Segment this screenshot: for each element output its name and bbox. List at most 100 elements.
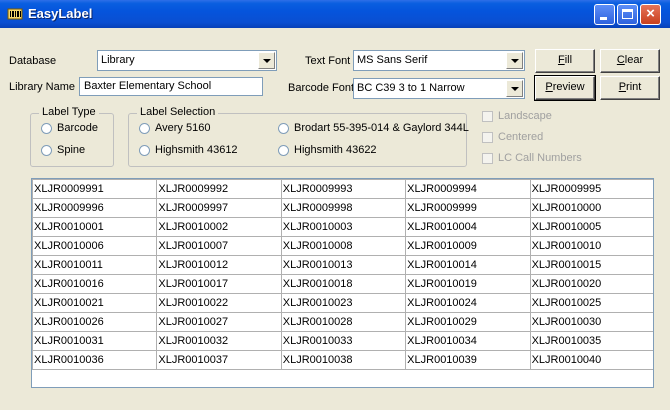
- grid-row: XLJR0010006 XLJR0010007 XLJR0010008 XLJR001…: [32, 236, 653, 256]
- grid-cell[interactable]: XLJR0009995: [529, 179, 653, 199]
- grid-row: XLJR0010001 XLJR0010002 XLJR0010003 XLJR001…: [32, 217, 653, 237]
- grid-cell[interactable]: XLJR0010015: [529, 255, 653, 275]
- grid-cell[interactable]: XLJR0010006: [32, 236, 158, 256]
- grid-cell[interactable]: XLJR0009999: [405, 198, 531, 218]
- grid-cell[interactable]: XLJR0010034: [405, 331, 531, 351]
- grid-cell[interactable]: XLJR0010020: [529, 274, 653, 294]
- grid-cell[interactable]: XLJR0010035: [529, 331, 653, 351]
- close-button[interactable]: ×: [640, 4, 661, 25]
- grid-cell[interactable]: XLJR0010008: [280, 236, 407, 256]
- grid-cell[interactable]: XLJR0010024: [405, 293, 531, 313]
- checkbox-icon: [482, 152, 493, 164]
- grid-cell[interactable]: XLJR0010005: [529, 217, 653, 237]
- grid-cell[interactable]: XLJR0010003: [280, 217, 407, 237]
- centered-checkbox[interactable]: Centered: [482, 131, 543, 143]
- grid-cell[interactable]: XLJR0010004: [405, 217, 531, 237]
- barcode-table: XLJR0009991 XLJR0009992 XLJR0009993 XLJR000…: [32, 179, 653, 370]
- grid-cell[interactable]: XLJR0009998: [280, 198, 407, 218]
- radio-highsmith-43612-label: Highsmith 43612: [155, 144, 238, 156]
- grid-cell[interactable]: XLJR0010033: [280, 331, 407, 351]
- grid-cell[interactable]: XLJR0010007: [156, 236, 282, 256]
- grid-cell[interactable]: XLJR0009991: [32, 179, 158, 199]
- barcode-font-label: Barcode Font: [288, 82, 355, 94]
- grid-cell[interactable]: XLJR0010012: [156, 255, 282, 275]
- dropdown-arrow-icon[interactable]: [506, 52, 523, 69]
- dropdown-arrow-icon[interactable]: [258, 52, 275, 69]
- grid-cell[interactable]: XLJR0010036: [32, 350, 158, 370]
- fill-button[interactable]: Fill: [535, 49, 595, 73]
- clear-button[interactable]: Clear: [600, 49, 660, 73]
- grid-cell[interactable]: XLJR0010016: [32, 274, 158, 294]
- radio-avery-5160[interactable]: Avery 5160: [139, 122, 210, 134]
- library-name-input[interactable]: Baxter Elementary School: [79, 77, 263, 96]
- radio-circle-icon: [139, 122, 150, 134]
- grid-cell[interactable]: XLJR0010000: [529, 198, 653, 218]
- label-selection-group: Label Selection Avery 5160 Highsmith 436…: [128, 106, 469, 167]
- grid-cell[interactable]: XLJR0010013: [280, 255, 407, 275]
- radio-circle-icon: [41, 144, 52, 156]
- grid-cell[interactable]: XLJR0010001: [32, 217, 158, 237]
- grid-cell[interactable]: XLJR0010017: [156, 274, 282, 294]
- grid-cell[interactable]: XLJR0010011: [32, 255, 158, 275]
- radio-highsmith-43622[interactable]: Highsmith 43622: [278, 144, 377, 156]
- grid-cell[interactable]: XLJR0009994: [405, 179, 531, 199]
- grid-cell[interactable]: XLJR0009997: [156, 198, 282, 218]
- barcode-grid[interactable]: XLJR0009991 XLJR0009992 XLJR0009993 XLJR000…: [31, 178, 654, 388]
- grid-cell[interactable]: XLJR0010025: [529, 293, 653, 313]
- radio-highsmith-43612[interactable]: Highsmith 43612: [139, 144, 238, 156]
- dropdown-arrow-icon[interactable]: [506, 80, 523, 97]
- print-button[interactable]: Print: [600, 76, 660, 100]
- grid-cell[interactable]: XLJR0010027: [156, 312, 282, 332]
- database-select[interactable]: Library: [97, 50, 277, 71]
- grid-cell[interactable]: XLJR0010040: [529, 350, 653, 370]
- grid-cell[interactable]: XLJR0010038: [280, 350, 407, 370]
- grid-cell[interactable]: XLJR0010039: [405, 350, 531, 370]
- barcode-font-value: BC C39 3 to 1 Narrow: [357, 82, 465, 94]
- grid-cell[interactable]: XLJR0010002: [156, 217, 282, 237]
- text-font-value: MS Sans Serif: [357, 54, 428, 66]
- radio-circle-icon: [278, 144, 289, 156]
- maximize-button[interactable]: [617, 4, 638, 25]
- barcode-font-select[interactable]: BC C39 3 to 1 Narrow: [353, 78, 525, 99]
- lc-call-numbers-label: LC Call Numbers: [498, 152, 582, 164]
- grid-cell[interactable]: XLJR0010028: [280, 312, 407, 332]
- lc-call-numbers-checkbox[interactable]: LC Call Numbers: [482, 152, 582, 164]
- grid-cell[interactable]: XLJR0010029: [405, 312, 531, 332]
- grid-cell[interactable]: XLJR0010032: [156, 331, 282, 351]
- landscape-checkbox[interactable]: Landscape: [482, 110, 552, 122]
- radio-circle-icon: [41, 122, 52, 134]
- grid-cell[interactable]: XLJR0009996: [32, 198, 158, 218]
- radio-circle-icon: [278, 122, 289, 134]
- grid-cell[interactable]: XLJR0010019: [405, 274, 531, 294]
- app-icon: [7, 8, 23, 20]
- checkbox-icon: [482, 110, 493, 122]
- title-bar[interactable]: EasyLabel ×: [0, 0, 670, 28]
- grid-cell[interactable]: XLJR0009992: [156, 179, 282, 199]
- maximize-icon: [622, 9, 633, 19]
- print-label: rint: [626, 81, 642, 93]
- grid-cell[interactable]: XLJR0010022: [156, 293, 282, 313]
- text-font-select[interactable]: MS Sans Serif: [353, 50, 525, 71]
- grid-row: XLJR0010021 XLJR0010022 XLJR0010023 XLJR001…: [32, 293, 653, 313]
- clear-accel: C: [616, 54, 625, 66]
- grid-cell[interactable]: XLJR0010023: [280, 293, 407, 313]
- grid-cell[interactable]: XLJR0010018: [280, 274, 407, 294]
- grid-cell[interactable]: XLJR0010014: [405, 255, 531, 275]
- preview-button[interactable]: Preview: [534, 75, 596, 101]
- text-font-label: Text Font: [305, 55, 351, 67]
- grid-cell[interactable]: XLJR0010031: [32, 331, 158, 351]
- main-window: EasyLabel × Database Library Text Font M…: [0, 0, 670, 410]
- radio-barcode[interactable]: Barcode: [41, 122, 98, 134]
- radio-spine[interactable]: Spine: [41, 144, 85, 156]
- grid-cell[interactable]: XLJR0010037: [156, 350, 282, 370]
- grid-cell[interactable]: XLJR0010010: [529, 236, 653, 256]
- grid-cell[interactable]: XLJR0010009: [405, 236, 531, 256]
- grid-cell[interactable]: XLJR0010030: [529, 312, 653, 332]
- fill-accel: F: [557, 54, 565, 66]
- grid-cell[interactable]: XLJR0010026: [32, 312, 158, 332]
- radio-brodart[interactable]: Brodart 55-395-014 & Gaylord 344L: [278, 122, 469, 134]
- grid-cell[interactable]: XLJR0010021: [32, 293, 158, 313]
- grid-cell[interactable]: XLJR0009993: [280, 179, 407, 199]
- grid-row: XLJR0010016 XLJR0010017 XLJR0010018 XLJR001…: [32, 274, 653, 294]
- minimize-button[interactable]: [594, 4, 615, 25]
